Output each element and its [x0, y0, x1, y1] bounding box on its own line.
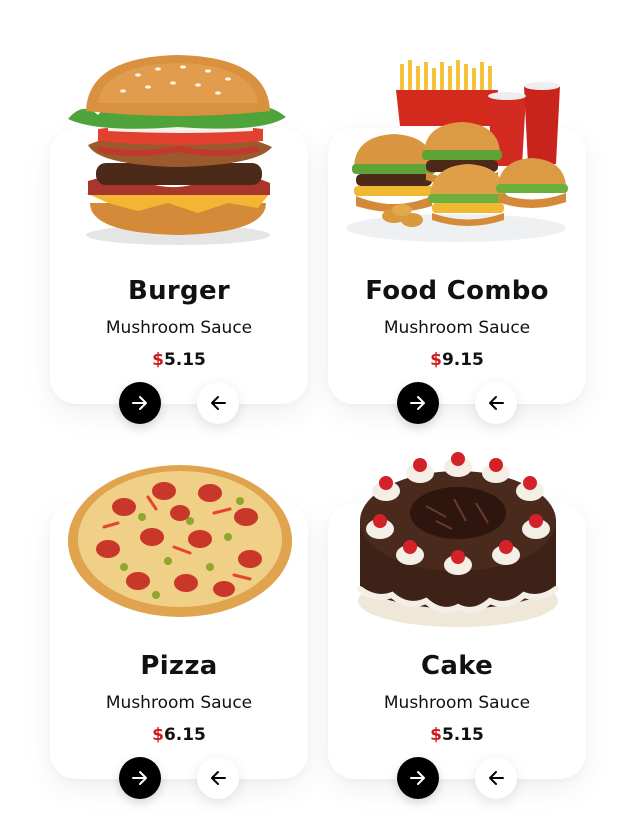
product-subtitle: Mushroom Sauce — [105, 318, 253, 338]
arrow-left-icon — [211, 771, 226, 785]
product-price: $5.15 — [50, 350, 308, 370]
product-title: Pizza — [140, 651, 218, 681]
product-price: $5.15 — [328, 725, 586, 745]
arrow-left-icon — [211, 396, 226, 410]
product-price: $9.15 — [328, 350, 586, 370]
product-card-food-combo[interactable]: Food Combo Mushroom Sauce $9.15 — [328, 60, 586, 424]
product-subtitle: Mushroom Sauce — [383, 693, 531, 713]
arrow-right-icon — [132, 771, 147, 785]
product-subtitle: Mushroom Sauce — [105, 693, 253, 713]
product-card-burger[interactable]: Burger Mushroom Sauce $5.15 — [50, 55, 308, 424]
back-button[interactable] — [475, 382, 517, 424]
arrow-left-icon — [489, 771, 504, 785]
product-title: Cake — [420, 651, 494, 681]
next-button[interactable] — [397, 757, 439, 799]
next-button[interactable] — [397, 382, 439, 424]
price-value: 9.15 — [441, 350, 484, 370]
cake-image — [356, 451, 560, 631]
next-button[interactable] — [119, 757, 161, 799]
back-button[interactable] — [197, 382, 239, 424]
arrow-right-icon — [132, 396, 147, 410]
arrow-right-icon — [410, 771, 425, 785]
pizza-image — [64, 457, 296, 619]
product-card-cake[interactable]: Cake Mushroom Sauce $5.15 — [328, 452, 586, 799]
price-value: 5.15 — [163, 350, 206, 370]
product-title: Food Combo — [365, 276, 549, 306]
price-value: 5.15 — [441, 725, 484, 745]
arrow-right-icon — [410, 396, 425, 410]
currency-symbol: $ — [152, 350, 164, 370]
currency-symbol: $ — [430, 725, 442, 745]
product-price: $6.15 — [50, 725, 308, 745]
back-button[interactable] — [475, 757, 517, 799]
currency-symbol: $ — [152, 725, 164, 745]
arrow-left-icon — [489, 396, 504, 410]
back-button[interactable] — [197, 757, 239, 799]
product-title: Burger — [127, 276, 231, 306]
product-card-pizza[interactable]: Pizza Mushroom Sauce $6.15 — [50, 465, 308, 799]
product-subtitle: Mushroom Sauce — [383, 318, 531, 338]
burger-image — [58, 53, 298, 248]
next-button[interactable] — [119, 382, 161, 424]
food-combo-image — [338, 56, 578, 242]
currency-symbol: $ — [430, 350, 442, 370]
price-value: 6.15 — [163, 725, 206, 745]
